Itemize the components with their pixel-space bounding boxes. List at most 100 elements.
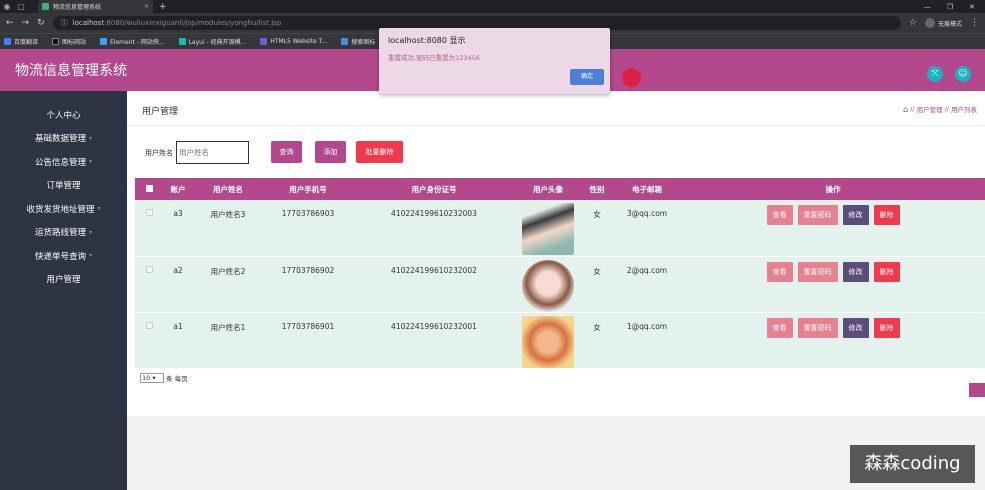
table-header: 账户 用户姓名 用户手机号 用户身份证号 用户头像 性别 电子邮箱 操作 [135,178,985,200]
sidebar-item-personal-center[interactable]: 个人中心 [0,103,127,127]
sidebar-item-addresses[interactable]: 收货发货地址管理 ▾ [0,197,127,221]
avatar [522,259,574,312]
view-button[interactable]: 查看 [766,317,793,338]
reset-password-button[interactable]: 重置密码 [797,261,838,282]
fullscreen-icon[interactable]: ⤧ [927,66,943,82]
cell-name: 用户姓名1 [193,312,263,369]
row-checkbox[interactable] [145,209,153,216]
browser-more-icon[interactable]: ⋮ [970,18,979,28]
pagination: 10 ▾ 条 每页 [140,373,188,383]
reset-password-button[interactable]: 重置密码 [797,205,838,225]
cell-email: 2@qq.com [613,256,681,313]
reload-icon[interactable]: ↻ [37,18,45,28]
cell-gender: 女 [581,256,613,313]
search-input[interactable] [176,141,249,164]
window-controls: — ❐ ✕ [924,3,985,11]
browser-tab[interactable]: 物流信息管理系统 × [38,0,153,13]
page-next-icon[interactable] [969,383,985,397]
sidebar-item-basic-data[interactable]: 基础数据管理 ▾ [0,127,127,151]
table-row[interactable]: a2 用户姓名2 17703786902 410224199610232002 … [135,256,985,313]
cell-name: 用户姓名2 [193,256,263,313]
delete-button[interactable]: 删除 [873,317,900,338]
tab-close-icon[interactable]: × [144,3,149,10]
cell-gender: 女 [581,200,613,257]
page-size-select[interactable]: 10 ▾ [140,373,164,383]
search-form: 用户姓名 [145,141,249,164]
query-button[interactable]: 查询 [271,141,302,163]
column-header: 用户身份证号 [353,178,515,200]
bookmark-favicon-icon [4,38,11,45]
cell-phone: 17703786901 [263,312,353,369]
back-icon[interactable]: ← [6,18,14,28]
sidebar-item-tracking[interactable]: 快递单号查询 ▾ [0,244,127,268]
cell-name: 用户姓名3 [193,200,263,257]
bookmark-item[interactable]: 百度翻译 [4,37,38,46]
user-table: 账户 用户姓名 用户手机号 用户身份证号 用户头像 性别 电子邮箱 操作 a3 … [135,178,985,369]
url-host: localhost [72,19,105,27]
column-header: 用户姓名 [193,178,263,200]
bookmark-favicon-icon [100,38,108,45]
page-header: 用户管理 ⌂ // 用户管理 // 用户列表 [127,91,985,126]
close-window-icon[interactable]: ✕ [969,3,975,11]
forward-icon[interactable]: → [22,18,30,28]
sidebar-item-routes[interactable]: 运货路线管理 ▾ [0,221,127,245]
delete-button[interactable]: 删除 [873,205,900,225]
user-icon[interactable]: ☺ [955,66,971,82]
row-checkbox[interactable] [145,265,153,273]
cell-phone: 17703786903 [263,200,353,257]
column-header: 操作 [681,178,985,200]
edit-button[interactable]: 修改 [842,205,869,225]
table-row[interactable]: a1 用户姓名1 17703786901 410224199610232001 … [135,312,985,369]
home-icon[interactable]: ⌂ [903,105,908,114]
cell-idcard: 410224199610232002 [353,256,515,313]
breadcrumb: ⌂ // 用户管理 // 用户列表 [903,104,977,115]
sidebar-item-announcements[interactable]: 公告信息管理 ▾ [0,150,127,174]
avatar [522,315,574,368]
view-button[interactable]: 查看 [766,205,793,225]
chevron-down-icon: ▾ [97,205,101,213]
tab-favicon-icon [42,3,49,10]
bookmark-item[interactable]: 搜索图标 [341,37,375,46]
browser-menu-icon[interactable]: ◉ [0,0,14,13]
minimize-icon[interactable]: — [924,3,931,11]
bookmark-item[interactable]: Element - 网站快... [100,37,165,46]
avatar [522,203,574,255]
bookmark-favicon-icon [260,38,268,45]
tab-search-icon[interactable]: ▢ [14,0,28,13]
bookmark-item[interactable]: HTML5 Website T... [260,38,327,45]
bookmark-item[interactable]: Layui - 经典开源模... [178,37,246,46]
breadcrumb-item: 用户列表 [951,106,977,114]
select-all-cell [135,178,163,200]
sidebar-item-orders[interactable]: 订单管理 [0,174,127,198]
bookmark-favicon-icon [178,38,186,45]
delete-button[interactable]: 删除 [873,261,900,282]
reset-password-button[interactable]: 重置密码 [797,317,838,338]
bookmark-item[interactable]: 图标网站 [52,37,86,46]
batch-delete-button[interactable]: 批量删除 [356,141,403,163]
new-tab-icon[interactable]: + [159,2,167,12]
view-button[interactable]: 查看 [766,261,793,282]
page-size-suffix: 条 每页 [166,375,188,383]
add-button[interactable]: 添加 [315,141,346,163]
breadcrumb-item[interactable]: 用户管理 [917,104,943,114]
bookmark-star-icon[interactable]: ☆ [909,18,917,28]
edit-button[interactable]: 修改 [842,261,869,282]
maximize-icon[interactable]: ❐ [947,3,953,11]
url-path: :8080/wuliuxinxiguanli/jsp/modules/yongh… [104,19,282,27]
cell-gender: 女 [581,312,613,369]
cell-account: a2 [163,256,193,313]
select-all-checkbox[interactable] [145,184,153,192]
incognito-icon [924,18,935,28]
page-title: 用户管理 [142,107,179,117]
app-title: 物流信息管理系统 [15,63,127,79]
row-checkbox[interactable] [145,321,153,329]
chevron-down-icon: ▾ [89,134,93,142]
cell-idcard: 410224199610232003 [353,200,515,257]
table-row[interactable]: a3 用户姓名3 17703786903 410224199610232003 … [135,200,985,257]
cell-idcard: 410224199610232001 [353,312,515,369]
dialog-ok-button[interactable]: 确定 [570,69,604,85]
profile-button[interactable]: 无痕模式 [924,18,962,28]
edit-button[interactable]: 修改 [842,317,869,338]
site-info-icon[interactable]: ⓘ [61,18,68,28]
sidebar-item-users[interactable]: 用户管理 [0,268,127,292]
